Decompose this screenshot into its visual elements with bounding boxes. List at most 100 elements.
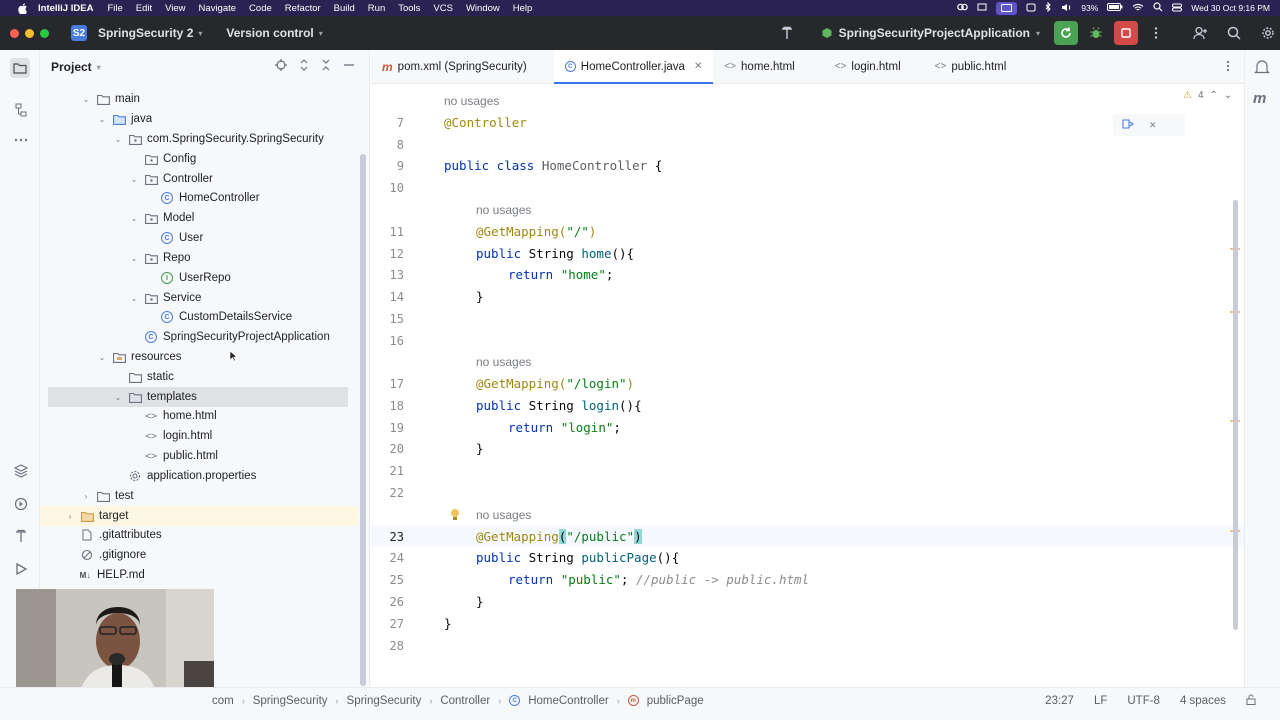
breadcrumb-item[interactable]: SpringSecurity: [347, 695, 422, 707]
tree-item-application-properties[interactable]: application.properties: [128, 466, 256, 486]
chevron-down-icon[interactable]: ⌄: [96, 115, 108, 124]
menu-window[interactable]: Window: [466, 3, 500, 14]
tree-item-public-html[interactable]: <> public.html: [144, 446, 218, 466]
tab-login-html[interactable]: <> login.html: [824, 50, 912, 84]
tree-item-login-html[interactable]: <> login.html: [144, 426, 212, 446]
breadcrumb-item[interactable]: HomeController: [528, 695, 609, 707]
apple-icon[interactable]: [16, 1, 30, 15]
tree-item-main[interactable]: ⌄ main: [80, 89, 140, 109]
run-icon[interactable]: [12, 560, 29, 577]
tree-item-root-package[interactable]: ⌄ com.SpringSecurity.SpringSecurity: [112, 129, 324, 149]
tree-item-model[interactable]: ⌄ Model: [128, 208, 195, 228]
services-icon[interactable]: [12, 495, 29, 512]
expand-all-icon[interactable]: [299, 59, 309, 74]
tab-pom-xml[interactable]: m pom.xml (SpringSecurity): [371, 50, 538, 84]
tree-item-customdetailsservice[interactable]: C CustomDetailsService: [160, 307, 292, 327]
control-icon[interactable]: [1026, 3, 1036, 14]
structure-icon[interactable]: [12, 101, 29, 118]
tab-public-html[interactable]: <> public.html: [924, 50, 1018, 84]
stop-button[interactable]: [1114, 21, 1138, 45]
editor-scrollbar[interactable]: [1233, 200, 1238, 630]
spotlight-icon[interactable]: [1153, 2, 1163, 14]
menu-view[interactable]: View: [165, 3, 185, 14]
usage-hint[interactable]: no usages: [476, 355, 531, 369]
line-separator[interactable]: LF: [1094, 695, 1107, 707]
chevron-down-icon[interactable]: ⌄: [128, 294, 140, 303]
minimize-window-button[interactable]: [25, 28, 34, 38]
chevron-down-icon[interactable]: ⌄: [1224, 90, 1232, 101]
chevron-down-icon[interactable]: ⌄: [128, 175, 140, 184]
menu-code[interactable]: Code: [249, 3, 272, 14]
reload-changes-icon[interactable]: [1121, 118, 1135, 133]
build-icon[interactable]: [12, 527, 29, 544]
menu-run[interactable]: Run: [368, 3, 385, 14]
tabs-more-icon[interactable]: [1226, 60, 1230, 75]
bluetooth-icon[interactable]: [1045, 1, 1052, 14]
menu-edit[interactable]: Edit: [136, 3, 152, 14]
breadcrumb-item[interactable]: com: [212, 695, 234, 707]
tree-item-gitattributes[interactable]: .gitattributes: [80, 525, 162, 545]
volume-icon[interactable]: [1061, 3, 1072, 14]
tree-item-application[interactable]: C SpringSecurityProjectApplication: [144, 327, 330, 347]
vcs-switcher[interactable]: Version control ▾: [226, 26, 322, 40]
close-icon[interactable]: ✕: [1149, 120, 1157, 131]
menu-navigate[interactable]: Navigate: [199, 3, 237, 14]
rerun-button[interactable]: [1054, 21, 1078, 45]
breadcrumb-item[interactable]: Controller: [440, 695, 490, 707]
breadcrumb-item[interactable]: publicPage: [647, 695, 704, 707]
tab-home-html[interactable]: <> home.html: [713, 50, 805, 84]
project-panel-header[interactable]: Project ▾: [40, 50, 369, 84]
tree-item-static[interactable]: static: [128, 367, 174, 387]
add-user-icon[interactable]: [1188, 21, 1212, 45]
tree-item-userrepo[interactable]: I UserRepo: [160, 268, 231, 288]
menu-file[interactable]: File: [107, 3, 122, 14]
tree-item-config[interactable]: Config: [144, 149, 196, 169]
lock-icon[interactable]: [1246, 694, 1256, 708]
intention-bulb-icon[interactable]: [450, 508, 460, 524]
indent-setting[interactable]: 4 spaces: [1180, 695, 1226, 707]
chevron-down-icon[interactable]: ⌄: [96, 353, 108, 362]
chevron-down-icon[interactable]: ⌄: [128, 254, 140, 263]
tree-item-resources[interactable]: ⌄ resources: [96, 347, 182, 367]
zoom-window-button[interactable]: [40, 28, 49, 38]
tree-item-homecontroller[interactable]: C HomeController: [160, 188, 260, 208]
control-center-icon[interactable]: [1172, 3, 1183, 14]
close-window-button[interactable]: [10, 28, 19, 38]
close-tab-icon[interactable]: ✕: [694, 61, 702, 72]
project-scrollbar[interactable]: [360, 154, 366, 686]
chevron-down-icon[interactable]: ⌄: [128, 214, 140, 223]
battery-icon[interactable]: [1107, 3, 1123, 13]
tree-item-repo[interactable]: ⌄ Repo: [128, 248, 191, 268]
display-icon[interactable]: [977, 3, 987, 14]
collapse-all-icon[interactable]: [321, 59, 331, 74]
tree-item-java[interactable]: ⌄ java: [96, 109, 152, 129]
chevron-up-icon[interactable]: ⌃: [1210, 90, 1218, 101]
file-encoding[interactable]: UTF-8: [1127, 695, 1160, 707]
usage-hint[interactable]: no usages: [444, 94, 499, 108]
maven-tool-icon[interactable]: m: [1253, 90, 1266, 107]
menu-refactor[interactable]: Refactor: [285, 3, 321, 14]
caret-position[interactable]: 23:27: [1045, 695, 1074, 707]
code-editor[interactable]: ⚠ 4 ⌃ ⌄ ✕ 7 8 9 10 11 12 13 14 15 16 17 …: [371, 84, 1244, 687]
locate-file-icon[interactable]: [275, 59, 287, 74]
screen-record-icon[interactable]: [996, 1, 1018, 15]
run-config-selector[interactable]: SpringSecurityProjectApplication ▾: [821, 26, 1040, 40]
search-icon[interactable]: [1222, 21, 1246, 45]
menu-vcs[interactable]: VCS: [433, 3, 453, 14]
tree-item-user[interactable]: C User: [160, 228, 203, 248]
usage-hint[interactable]: no usages: [476, 508, 531, 522]
creative-cloud-icon[interactable]: [957, 2, 969, 14]
tree-item-help-md[interactable]: M↓ HELP.md: [78, 565, 145, 585]
tree-item-gitignore[interactable]: .gitignore: [80, 545, 146, 565]
tree-item-home-html[interactable]: <> home.html: [144, 406, 217, 426]
menu-build[interactable]: Build: [334, 3, 355, 14]
tree-item-service[interactable]: ⌄ Service: [128, 288, 202, 308]
chevron-down-icon[interactable]: ⌄: [80, 95, 92, 104]
more-tools-icon[interactable]: [12, 131, 29, 148]
build-hammer-icon[interactable]: [775, 21, 799, 45]
tree-item-target[interactable]: › target: [40, 506, 358, 526]
debug-bug-icon[interactable]: [1084, 21, 1108, 45]
notifications-bell-icon[interactable]: [1254, 59, 1270, 80]
tab-homecontroller-java[interactable]: C HomeController.java ✕: [553, 49, 714, 84]
inspection-widget[interactable]: ⚠ 4 ⌃ ⌄: [1183, 90, 1232, 101]
